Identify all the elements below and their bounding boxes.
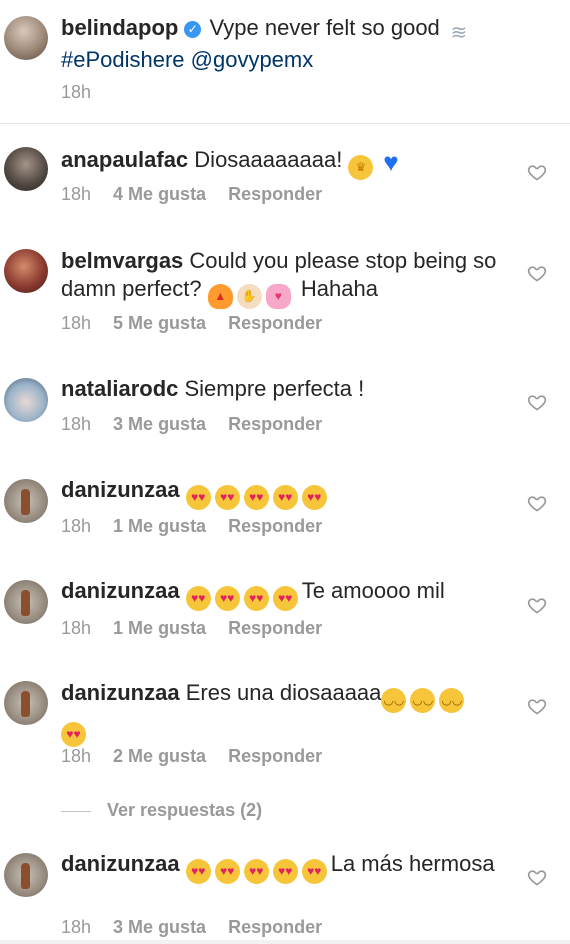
likes-count[interactable]: 2 Me gusta <box>113 746 206 766</box>
view-replies-button[interactable]: Ver respuestas (2) <box>61 796 262 824</box>
replies-divider-line <box>61 810 91 812</box>
comment-body: Diosaaaaaaaa! <box>194 147 343 172</box>
comment-time: 18h <box>61 746 92 766</box>
like-heart-icon[interactable] <box>527 493 547 513</box>
heart-eyes-icon: ♥♥ <box>214 859 240 884</box>
heart-eyes-icon: ♥♥ <box>301 485 327 510</box>
comment-username[interactable]: danizunzaa <box>61 680 180 705</box>
likes-count[interactable]: 1 Me gusta <box>113 516 206 536</box>
avatar[interactable] <box>4 147 48 191</box>
avatar[interactable] <box>4 378 48 422</box>
reply-button[interactable]: Responder <box>228 618 322 638</box>
likes-count[interactable]: 5 Me gusta <box>113 313 206 333</box>
comment-body: La más hermosa <box>330 851 495 876</box>
reply-button[interactable]: Responder <box>228 917 322 937</box>
comment-text: danizunzaa Eres una diosaaaaa ◡◡ ◡◡ ◡◡ ♥♥ <box>61 679 508 747</box>
caption-time: 18h <box>61 82 92 102</box>
divider <box>0 123 570 124</box>
reply-button[interactable]: Responder <box>228 313 322 333</box>
blue-heart-icon: ♥ <box>383 147 399 177</box>
heart-eyes-icon: ♥♥ <box>214 485 240 510</box>
caption-username[interactable]: belindapop <box>61 15 178 40</box>
comment-body: Siempre perfecta ! <box>184 376 365 401</box>
likes-count[interactable]: 4 Me gusta <box>113 184 206 204</box>
like-heart-icon[interactable] <box>527 263 547 283</box>
heart-eyes-icon: ♥♥ <box>185 859 211 884</box>
avatar[interactable] <box>4 479 48 523</box>
fire-icon: ▲ <box>207 284 233 309</box>
heart-eyes-icon: ♥♥ <box>61 722 86 747</box>
likes-count[interactable]: 3 Me gusta <box>113 414 206 434</box>
heart-eyes-icon: ♥♥ <box>243 586 269 611</box>
comment-username[interactable]: danizunzaa <box>61 851 180 876</box>
comment-username[interactable]: danizunzaa <box>61 477 180 502</box>
like-heart-icon[interactable] <box>527 595 547 615</box>
comment-meta: 18h 3 Me gusta Responder <box>61 413 322 435</box>
like-heart-icon[interactable] <box>527 392 547 412</box>
heart-eyes-icon: ♥♥ <box>214 586 240 611</box>
comment-time: 18h <box>61 184 92 204</box>
raising-hands-icon: ✋ <box>236 284 262 309</box>
comment-meta: 18h 2 Me gusta Responder <box>61 745 322 767</box>
comment-body: Te amoooo mil <box>301 578 445 603</box>
comment-text: danizunzaa ♥♥ ♥♥ ♥♥ ♥♥ Te amoooo mil <box>61 577 508 611</box>
heart-eyes-icon: ♥♥ <box>243 859 269 884</box>
comment-tail: Hahaha <box>300 276 378 301</box>
reply-button[interactable]: Responder <box>228 414 322 434</box>
comment-meta: 18h 5 Me gusta Responder <box>61 312 322 334</box>
drooling-face-icon: ◡◡ <box>410 688 436 713</box>
caption-avatar[interactable] <box>4 16 48 60</box>
relieved-face-icon: ◡◡ <box>439 688 465 713</box>
caption-body: Vype never felt so good <box>209 15 440 40</box>
heart-eyes-icon: ♥♥ <box>185 485 211 510</box>
comment-text: anapaulafac Diosaaaaaaaa! ♛ ♥ <box>61 146 508 180</box>
comment-text: belmvargas Could you please stop being s… <box>61 247 508 309</box>
heart-eyes-icon: ♥♥ <box>185 586 211 611</box>
heart-eyes-icon: ♥♥ <box>243 485 269 510</box>
heart-eyes-icon: ♥♥ <box>301 859 327 884</box>
comment-username[interactable]: nataliarodc <box>61 376 178 401</box>
two-hearts-icon: ♥ <box>265 284 291 309</box>
reply-button[interactable]: Responder <box>228 516 322 536</box>
heart-eyes-icon: ♥♥ <box>272 586 298 611</box>
like-heart-icon[interactable] <box>527 867 547 887</box>
comment-meta: 18h 4 Me gusta Responder <box>61 183 322 205</box>
avatar[interactable] <box>4 580 48 624</box>
bottom-edge <box>0 940 570 944</box>
likes-count[interactable]: 3 Me gusta <box>113 917 206 937</box>
like-heart-icon[interactable] <box>527 696 547 716</box>
avatar[interactable] <box>4 681 48 725</box>
comment-text: danizunzaa ♥♥ ♥♥ ♥♥ ♥♥ ♥♥ La más hermosa <box>61 850 508 884</box>
comment-time: 18h <box>61 917 92 937</box>
comment-meta: 18h 1 Me gusta Responder <box>61 617 322 639</box>
wind-face-icon: ≋ <box>450 22 468 44</box>
comment-username[interactable]: belmvargas <box>61 248 183 273</box>
comment-time: 18h <box>61 618 92 638</box>
comment-text: danizunzaa ♥♥ ♥♥ ♥♥ ♥♥ ♥♥ <box>61 476 508 510</box>
comment-text: nataliarodc Siempre perfecta ! <box>61 375 508 403</box>
comment-meta: 18h 3 Me gusta Responder <box>61 916 322 938</box>
like-heart-icon[interactable] <box>527 162 547 182</box>
verified-badge-icon: ✓ <box>184 21 202 38</box>
crown-woman-icon: ♛ <box>348 155 374 180</box>
comment-time: 18h <box>61 313 92 333</box>
comment-username[interactable]: anapaulafac <box>61 147 188 172</box>
comment-time: 18h <box>61 414 92 434</box>
likes-count[interactable]: 1 Me gusta <box>113 618 206 638</box>
reply-button[interactable]: Responder <box>228 746 322 766</box>
heart-eyes-icon: ♥♥ <box>272 485 298 510</box>
caption-meta: 18h <box>61 81 113 103</box>
reply-button[interactable]: Responder <box>228 184 322 204</box>
relieved-face-icon: ◡◡ <box>381 688 407 713</box>
comment-time: 18h <box>61 516 92 536</box>
heart-eyes-icon: ♥♥ <box>272 859 298 884</box>
caption-text: belindapop ✓ Vype never felt so good ≋ #e… <box>61 14 508 74</box>
comment-username[interactable]: danizunzaa <box>61 578 180 603</box>
comment-meta: 18h 1 Me gusta Responder <box>61 515 322 537</box>
avatar[interactable] <box>4 249 48 293</box>
comment-body: Eres una diosaaaaa <box>185 680 382 705</box>
caption-hashtags[interactable]: #ePodishere @govypemx <box>61 47 313 72</box>
view-replies-label: Ver respuestas (2) <box>107 800 263 820</box>
avatar[interactable] <box>4 853 48 897</box>
